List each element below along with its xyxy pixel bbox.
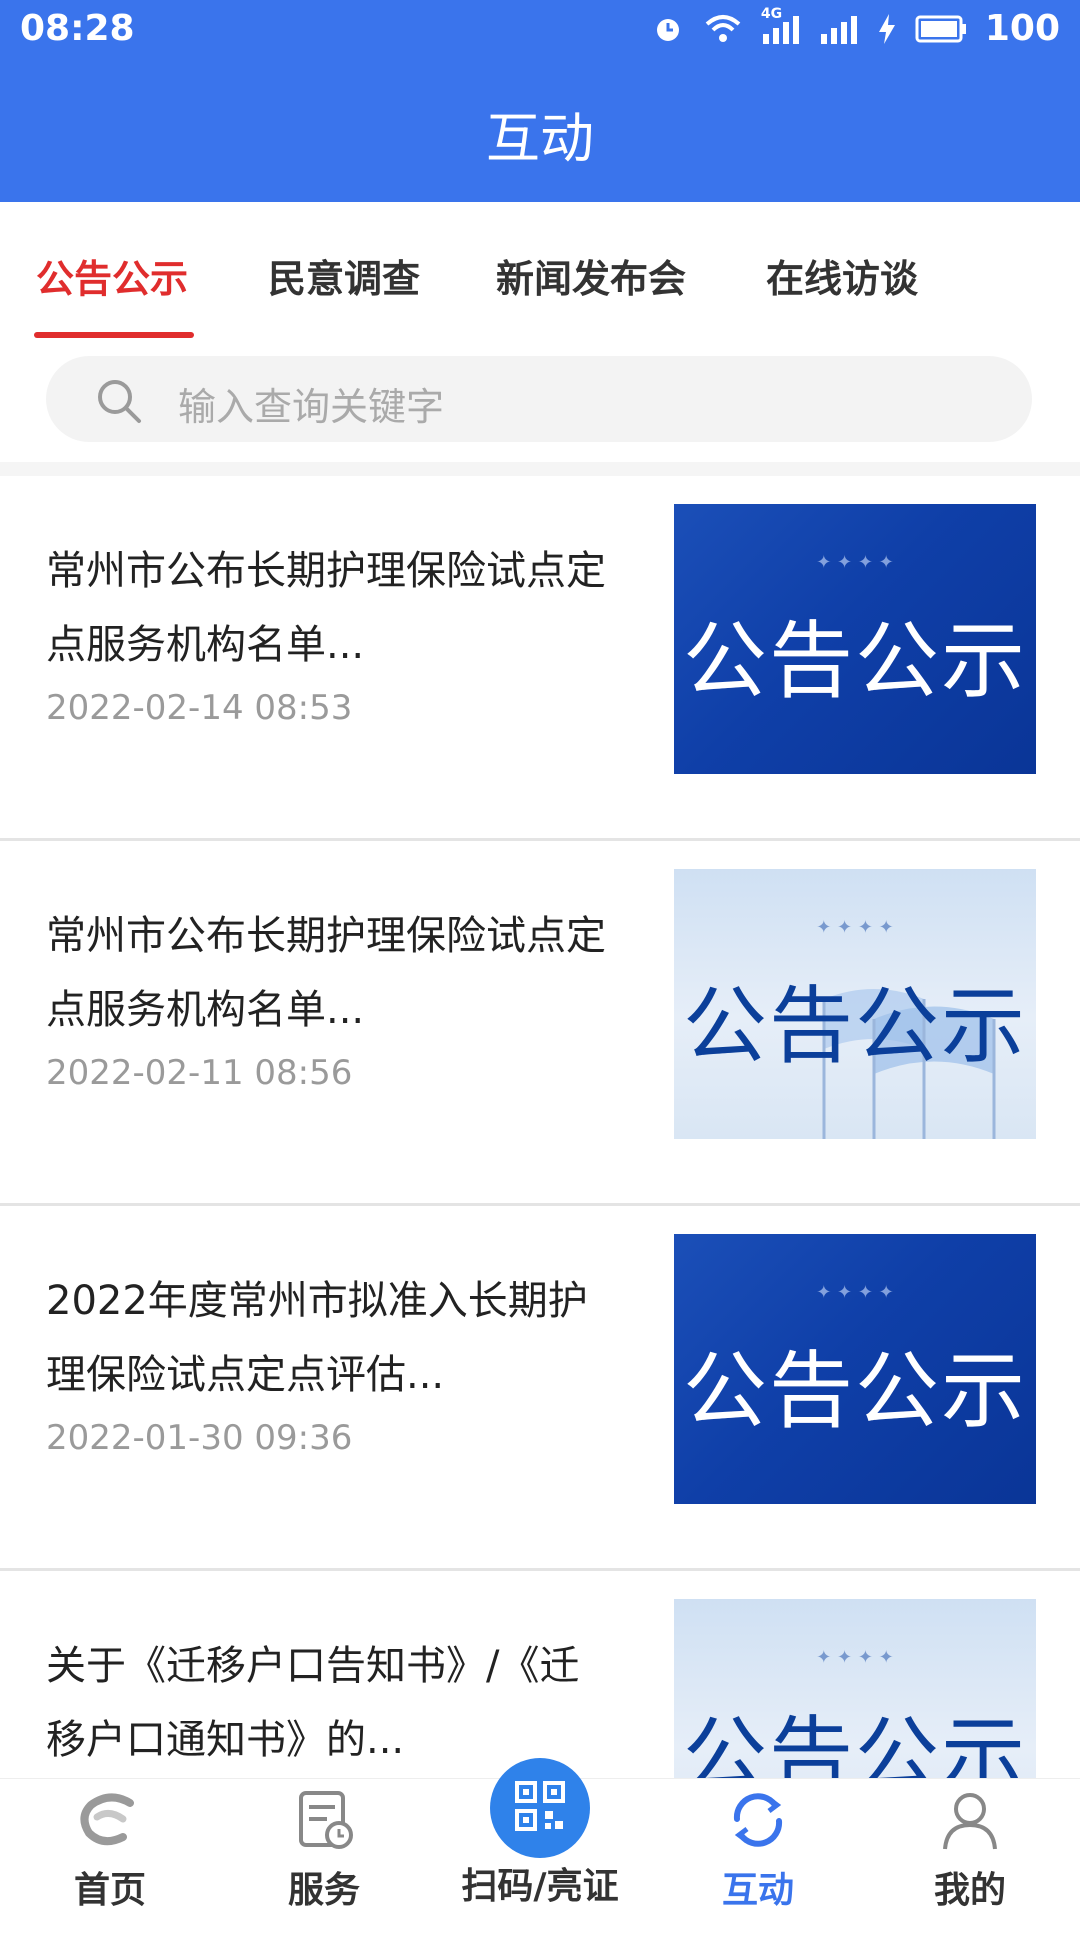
- status-time: 08:28: [20, 8, 135, 49]
- battery-level: 100: [984, 8, 1060, 49]
- app-header: 互动: [0, 60, 1080, 202]
- article-thumbnail: ✦ ✦ ✦ ✦ 公告公示: [674, 869, 1036, 1139]
- battery-icon: [915, 14, 967, 44]
- tab-press-conference[interactable]: 新闻发布会: [496, 248, 686, 303]
- list-item[interactable]: 2022年度常州市拟准入长期护理保险试点定点评估... 2022-01-30 0…: [0, 1206, 1080, 1571]
- article-date: 2022-02-14 08:53: [46, 688, 353, 728]
- tab-opinion-survey[interactable]: 民意调查: [268, 248, 420, 303]
- divider: [0, 462, 1080, 476]
- service-icon: [289, 1791, 359, 1855]
- nav-profile[interactable]: 我的: [900, 1789, 1040, 1913]
- active-tab-indicator: [34, 332, 194, 338]
- nav-scan[interactable]: 扫码/亮证: [450, 1851, 630, 1909]
- search-bar[interactable]: 输入查询关键字: [46, 356, 1032, 442]
- network-type: 4G: [760, 5, 783, 22]
- nav-interaction[interactable]: 互动: [688, 1789, 828, 1913]
- charging-icon: [877, 12, 897, 46]
- article-list: 常州市公布长期护理保险试点定点服务机构名单... 2022-02-14 08:5…: [0, 476, 1080, 1933]
- thumbnail-label: 公告公示: [682, 1342, 1027, 1440]
- thumbnail-logo: ✦ ✦ ✦ ✦: [816, 1647, 894, 1668]
- nav-label: 我的: [933, 1870, 1006, 1911]
- list-item[interactable]: 常州市公布长期护理保险试点定点服务机构名单... 2022-02-11 08:5…: [0, 841, 1080, 1206]
- qr-code-icon: [513, 1779, 567, 1837]
- tab-announcements[interactable]: 公告公示: [36, 248, 188, 303]
- article-date: 2022-01-30 09:36: [46, 1418, 353, 1458]
- nav-service[interactable]: 服务: [254, 1789, 394, 1913]
- page-title: 互动: [486, 107, 594, 170]
- article-date: 2022-02-11 08:56: [46, 1053, 353, 1093]
- nav-label: 服务: [287, 1870, 360, 1911]
- alarm-icon: [651, 12, 685, 46]
- article-title: 常州市公布长期护理保险试点定点服务机构名单...: [46, 913, 606, 1033]
- interaction-icon: [723, 1793, 793, 1855]
- thumbnail-logo: ✦ ✦ ✦ ✦: [816, 1282, 894, 1303]
- nav-label: 首页: [73, 1870, 146, 1911]
- search-input[interactable]: 输入查询关键字: [178, 376, 444, 431]
- thumbnail-logo: ✦ ✦ ✦ ✦: [816, 917, 894, 938]
- tab-online-interview[interactable]: 在线访谈: [766, 248, 918, 303]
- wifi-icon: [703, 12, 743, 46]
- profile-icon: [935, 1793, 1005, 1855]
- article-thumbnail: ✦ ✦ ✦ ✦ 公告公示: [674, 1234, 1036, 1504]
- thumbnail-logo: ✦ ✦ ✦ ✦: [816, 552, 894, 573]
- status-bar: 08:28 4G 100: [0, 0, 1080, 60]
- search-icon: [94, 376, 144, 430]
- nav-label: 互动: [721, 1870, 794, 1911]
- article-thumbnail: ✦ ✦ ✦ ✦ 公告公示: [674, 504, 1036, 774]
- article-title: 关于《迁移户口告知书》/《迁移户口通知书》的...: [46, 1643, 580, 1763]
- thumbnail-label: 公告公示: [682, 977, 1027, 1075]
- scan-button[interactable]: [490, 1758, 590, 1858]
- article-title: 2022年度常州市拟准入长期护理保险试点定点评估...: [46, 1278, 588, 1398]
- signal-4g-icon: 4G: [761, 6, 801, 46]
- category-tabs: 公告公示 民意调查 新闻发布会 在线访谈: [0, 202, 1080, 342]
- article-title: 常州市公布长期护理保险试点定点服务机构名单...: [46, 548, 606, 668]
- nav-home[interactable]: 首页: [40, 1789, 180, 1913]
- home-icon: [75, 1793, 145, 1855]
- list-item[interactable]: 常州市公布长期护理保险试点定点服务机构名单... 2022-02-14 08:5…: [0, 476, 1080, 841]
- nav-label: 扫码/亮证: [461, 1866, 619, 1907]
- thumbnail-label: 公告公示: [682, 612, 1027, 710]
- signal-icon: [819, 12, 859, 46]
- status-icons: 4G 100: [651, 6, 1060, 49]
